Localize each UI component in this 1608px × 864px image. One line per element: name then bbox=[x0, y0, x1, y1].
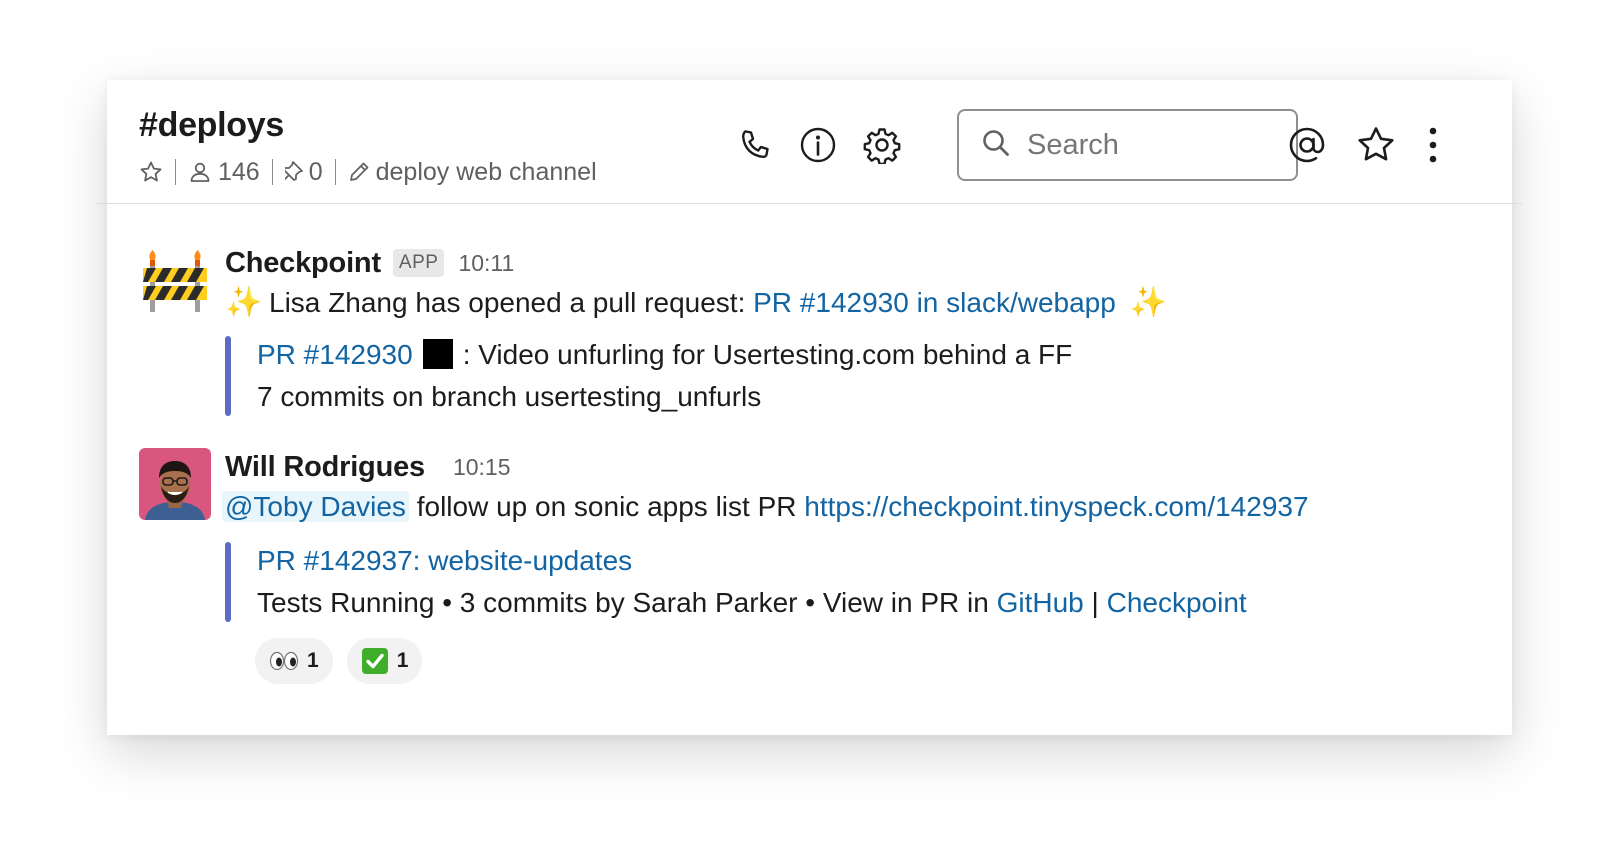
call-button[interactable] bbox=[735, 125, 775, 165]
more-vertical-icon bbox=[1427, 127, 1439, 163]
more-button[interactable] bbox=[1413, 125, 1453, 165]
phone-icon bbox=[737, 127, 773, 163]
channel-topic[interactable]: deploy web channel bbox=[348, 158, 597, 187]
member-count[interactable]: 146 bbox=[188, 158, 260, 187]
user-mention[interactable]: @Toby Davies bbox=[222, 491, 409, 522]
message-text: ✨ Lisa Zhang has opened a pull request: P… bbox=[225, 282, 1475, 324]
header-divider bbox=[97, 203, 1522, 204]
channel-window: #deploys 146 0 deploy web channel Search… bbox=[97, 80, 1522, 735]
star-icon bbox=[1356, 125, 1396, 165]
checkpoint-link[interactable]: Checkpoint bbox=[1107, 587, 1247, 618]
sender-name[interactable]: Will Rodrigues bbox=[225, 451, 425, 484]
meta-divider bbox=[271, 159, 273, 185]
info-icon bbox=[799, 126, 837, 164]
pencil-icon bbox=[348, 161, 370, 183]
check-mark-icon bbox=[361, 647, 389, 675]
timestamp[interactable]: 10:11 bbox=[458, 250, 514, 277]
eyes-icon bbox=[269, 651, 299, 671]
meta-divider bbox=[334, 159, 336, 185]
message-text-content: follow up on sonic apps list PR bbox=[408, 491, 805, 522]
search-box[interactable] bbox=[957, 109, 1298, 181]
attachment-bar bbox=[225, 336, 231, 416]
member-count-value: 146 bbox=[218, 157, 260, 186]
black-square-icon bbox=[422, 339, 453, 369]
pin-icon bbox=[284, 160, 307, 184]
gear-icon bbox=[863, 126, 901, 164]
timestamp[interactable]: 10:15 bbox=[453, 454, 511, 481]
reaction-check[interactable]: 1 bbox=[346, 638, 423, 684]
attachment-pr-link[interactable]: PR #142930 bbox=[257, 339, 413, 370]
channel-settings-button[interactable] bbox=[862, 125, 902, 165]
message-body: Will Rodrigues 10:15 @Toby Davies follow… bbox=[222, 448, 1475, 684]
message-url-link[interactable]: https://checkpoint.tinyspeck.com/142937 bbox=[804, 491, 1308, 522]
channel-title[interactable]: #deploys bbox=[139, 106, 284, 145]
search-input[interactable] bbox=[1027, 128, 1267, 162]
channel-topic-text: deploy web channel bbox=[375, 157, 597, 186]
attachment-subtitle: 7 commits on branch usertesting_unfurls bbox=[257, 381, 762, 412]
attachment-title-text: : Video unfurling for Usertesting.com be… bbox=[462, 339, 1073, 370]
message-text-content: Lisa Zhang has opened a pull request: bbox=[269, 287, 754, 318]
pr-link[interactable]: PR #142930 in slack/webapp bbox=[753, 287, 1116, 318]
attachment-title: PR #142930 : Video unfurling for Usertest… bbox=[257, 334, 1475, 376]
construction-barrier-icon[interactable] bbox=[139, 244, 211, 316]
sparkles-icon: ✨ bbox=[1129, 286, 1168, 319]
pinned-count[interactable]: 0 bbox=[284, 157, 323, 187]
reaction-count: 1 bbox=[396, 649, 409, 672]
user-avatar[interactable] bbox=[139, 448, 211, 520]
at-icon bbox=[1287, 125, 1327, 165]
reactions-bar: 1 1 bbox=[255, 638, 1475, 684]
sender-name[interactable]: Checkpoint bbox=[225, 247, 381, 280]
message-header: Checkpoint APP 10:11 bbox=[225, 244, 1475, 282]
sparkles-icon: ✨ bbox=[225, 286, 263, 319]
person-icon bbox=[188, 160, 212, 184]
attachment: PR #142930 : Video unfurling for Usertest… bbox=[225, 334, 1475, 418]
attachment-bar bbox=[225, 542, 231, 622]
star-icon[interactable] bbox=[139, 160, 163, 184]
message-body: Checkpoint APP 10:11 ✨ Lisa Zhang has ope… bbox=[225, 244, 1475, 418]
channel-meta: 146 0 deploy web channel bbox=[139, 156, 597, 188]
message-header: Will Rodrigues 10:15 bbox=[225, 448, 1475, 486]
github-link[interactable]: GitHub bbox=[997, 587, 1084, 618]
search-icon bbox=[981, 128, 1011, 163]
pinned-count-value: 0 bbox=[308, 157, 323, 186]
link-separator: | bbox=[1083, 587, 1107, 618]
attachment-title: PR #142937: website-updates bbox=[257, 540, 1475, 582]
channel-header: #deploys 146 0 deploy web channel Search bbox=[97, 80, 1522, 204]
attachment-subtitle: Tests Running • 3 commits by Sarah Parke… bbox=[257, 582, 1475, 624]
attachment-subtitle-text: Tests Running • 3 commits by Sarah Parke… bbox=[257, 587, 997, 618]
app-badge: APP bbox=[392, 249, 445, 277]
attachment-title-link[interactable]: PR #142937: website-updates bbox=[257, 545, 632, 576]
message-text: @Toby Davies follow up on sonic apps lis… bbox=[222, 486, 1475, 528]
reaction-count: 1 bbox=[307, 649, 319, 672]
starred-button[interactable] bbox=[1356, 125, 1396, 165]
channel-details-button[interactable] bbox=[798, 125, 838, 165]
attachment: PR #142937: website-updates Tests Runnin… bbox=[225, 540, 1475, 624]
meta-divider bbox=[175, 159, 176, 185]
reaction-eyes[interactable]: 1 bbox=[255, 638, 333, 684]
mentions-button[interactable] bbox=[1287, 125, 1327, 165]
